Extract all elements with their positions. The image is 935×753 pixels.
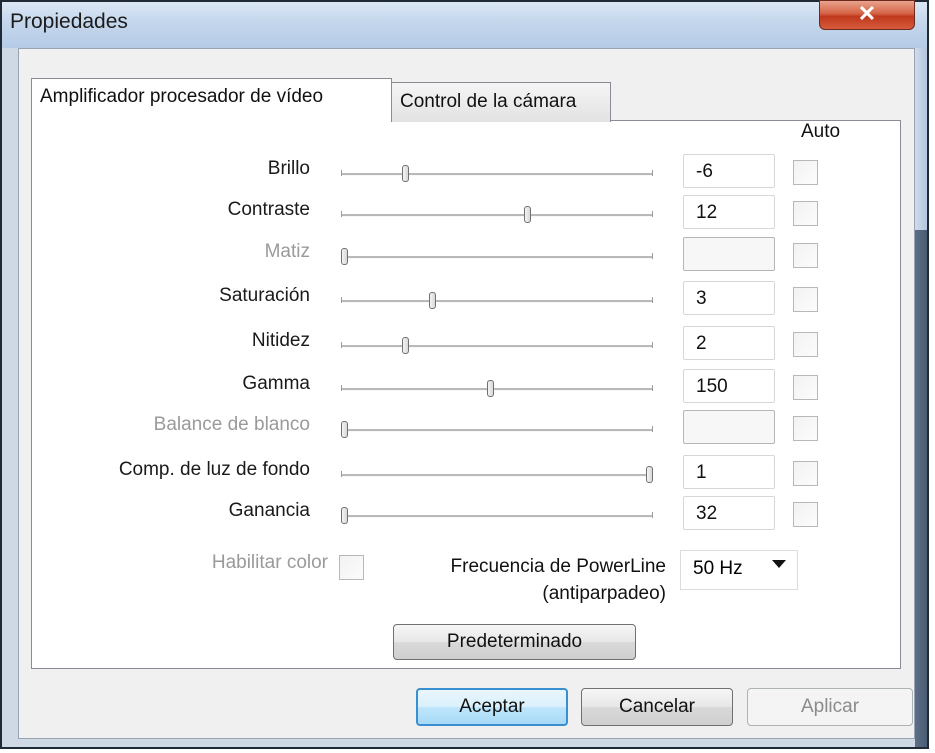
slider-track[interactable]: [341, 388, 653, 391]
slider-tick: [652, 211, 653, 217]
slider-track[interactable]: [341, 474, 653, 477]
slider-track[interactable]: [341, 515, 653, 518]
slider-tick: [652, 170, 653, 176]
cancel-button[interactable]: Cancelar: [581, 688, 733, 726]
value-field[interactable]: 12: [683, 195, 775, 229]
slider-thumb[interactable]: [341, 507, 348, 524]
tab-camera-control[interactable]: Control de la cámara: [391, 82, 611, 122]
powerline-frequency-label: Frecuencia de PowerLine (antiparpadeo): [378, 553, 666, 607]
value-field[interactable]: 3: [683, 281, 775, 315]
slider-tick: [652, 426, 653, 432]
value-field[interactable]: 2: [683, 326, 775, 360]
slider-tick: [652, 385, 653, 391]
slider-label: Ganancia: [228, 500, 310, 521]
powerline-selected-value: 50 Hz: [693, 558, 743, 579]
value-field[interactable]: [683, 410, 775, 444]
enable-color-checkbox[interactable]: [339, 555, 364, 580]
slider-label: Balance de blanco: [153, 414, 310, 435]
slider-thumb[interactable]: [487, 380, 494, 397]
close-icon: ✕: [857, 1, 877, 26]
auto-checkbox[interactable]: [793, 416, 818, 441]
chevron-down-icon[interactable]: [772, 560, 786, 568]
slider-tick: [341, 170, 342, 176]
slider-tick: [341, 297, 342, 303]
slider-label: Saturación: [219, 285, 310, 306]
slider-tick: [652, 342, 653, 348]
slider-tick: [652, 253, 653, 259]
slider-tick: [652, 512, 653, 518]
slider-track[interactable]: [341, 173, 653, 176]
slider-tick: [341, 211, 342, 217]
slider-track[interactable]: [341, 214, 653, 217]
slider-tick: [341, 385, 342, 391]
powerline-label-line1: Frecuencia de PowerLine: [450, 556, 666, 577]
slider-label: Contraste: [227, 199, 310, 220]
auto-checkbox[interactable]: [793, 201, 818, 226]
auto-checkbox[interactable]: [793, 502, 818, 527]
auto-checkbox[interactable]: [793, 332, 818, 357]
slider-label: Nitidez: [251, 330, 310, 351]
window-title: Propiedades: [10, 10, 128, 33]
powerline-frequency-select[interactable]: 50 Hz: [680, 550, 798, 590]
slider-thumb[interactable]: [646, 466, 653, 483]
auto-checkbox[interactable]: [793, 243, 818, 268]
slider-thumb[interactable]: [524, 206, 531, 223]
value-field[interactable]: 32: [683, 496, 775, 530]
slider-thumb[interactable]: [402, 165, 409, 182]
slider-label: Comp. de luz de fondo: [118, 459, 310, 480]
auto-checkbox[interactable]: [793, 375, 818, 400]
title-bar[interactable]: Propiedades: [2, 2, 927, 48]
slider-label: Matiz: [264, 241, 310, 262]
auto-checkbox[interactable]: [793, 287, 818, 312]
slider-track[interactable]: [341, 429, 653, 432]
slider-thumb[interactable]: [429, 292, 436, 309]
powerline-label-line2: (antiparpadeo): [542, 583, 666, 604]
slider-tick: [652, 297, 653, 303]
slider-label: Gamma: [242, 373, 310, 394]
slider-thumb[interactable]: [341, 421, 348, 438]
enable-color-label: Habilitar color: [211, 552, 328, 573]
tab-video-proc-amp[interactable]: Amplificador procesador de vídeo: [31, 78, 392, 121]
auto-column-header: Auto: [801, 121, 841, 142]
value-field[interactable]: [683, 237, 775, 271]
slider-label: Brillo: [267, 158, 310, 179]
slider-thumb[interactable]: [402, 337, 409, 354]
auto-checkbox[interactable]: [793, 160, 818, 185]
apply-button[interactable]: Aplicar: [747, 688, 913, 726]
slider-thumb[interactable]: [341, 248, 348, 265]
close-button[interactable]: ✕: [819, 0, 915, 30]
default-button[interactable]: Predeterminado: [393, 624, 636, 660]
value-field[interactable]: 150: [683, 369, 775, 403]
auto-checkbox[interactable]: [793, 461, 818, 486]
slider-tick: [341, 342, 342, 348]
background-window-edge: [915, 230, 927, 747]
accept-button[interactable]: Aceptar: [416, 688, 568, 726]
slider-track[interactable]: [341, 256, 653, 259]
value-field[interactable]: -6: [683, 154, 775, 188]
slider-tick: [341, 471, 342, 477]
slider-track[interactable]: [341, 300, 653, 303]
slider-track[interactable]: [341, 345, 653, 348]
value-field[interactable]: 1: [683, 455, 775, 489]
